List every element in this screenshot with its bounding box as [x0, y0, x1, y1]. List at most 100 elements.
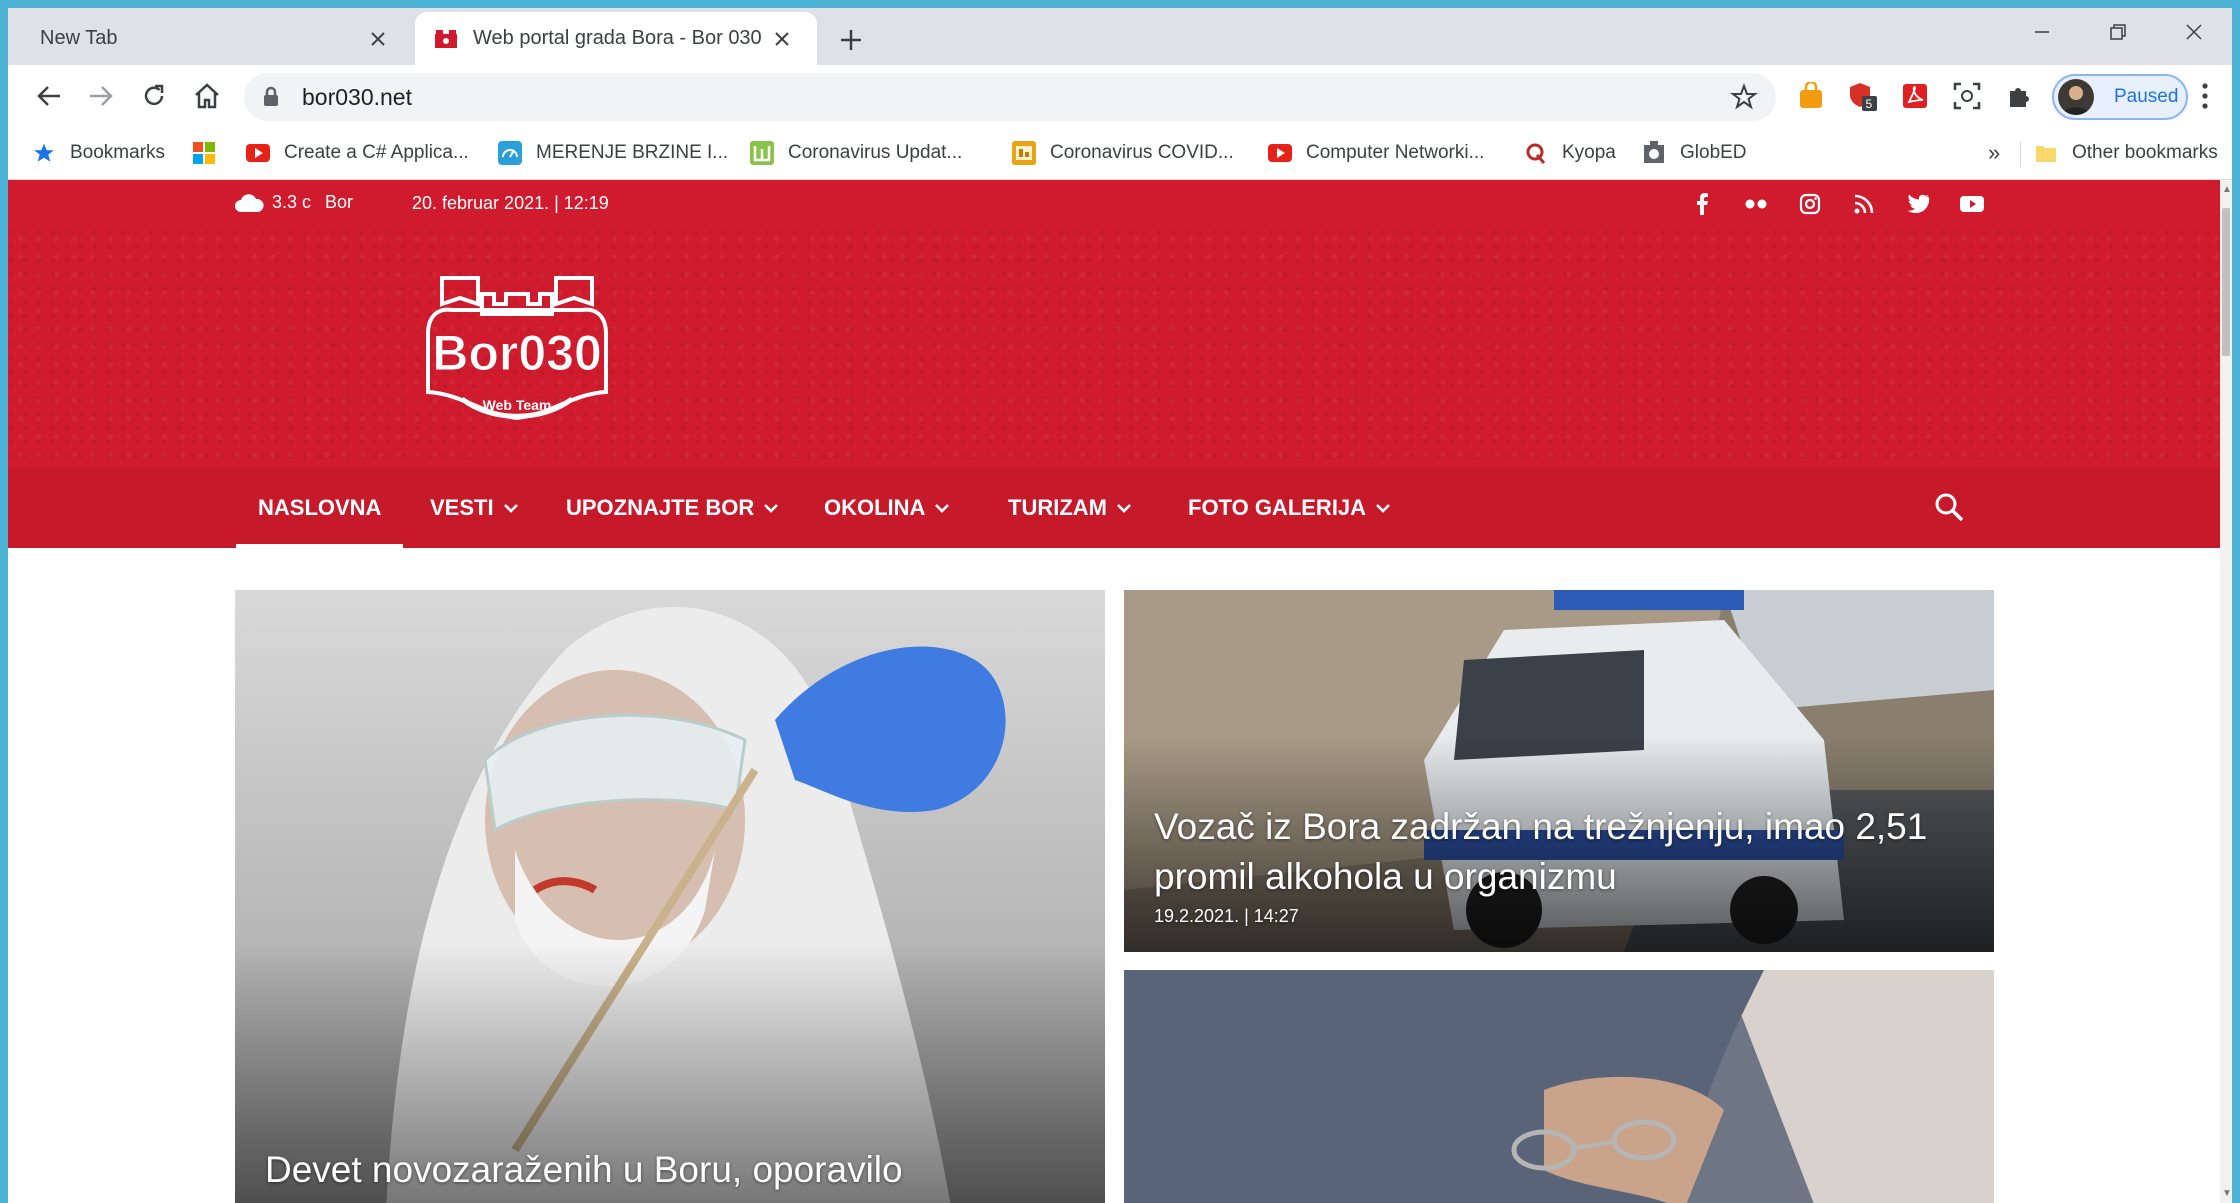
bookmark-item[interactable]: Bookmarks — [32, 138, 165, 168]
tab-title: Web portal grada Bora - Bor 030 — [473, 27, 762, 49]
bookmark-item[interactable]: Computer Networki... — [1268, 138, 1484, 168]
nav-okolina[interactable]: OKOLINA — [824, 468, 950, 548]
scroll-down-icon[interactable]: ▼ — [2222, 1188, 2232, 1199]
article-card-featured[interactable]: Devet novozaraženih u Boru, oporavilo — [235, 590, 1105, 1203]
bookmark-item[interactable]: GlobED — [1642, 138, 1747, 168]
bookmark-label: MERENJE BRZINE I... — [536, 142, 729, 163]
logo-subtext: Web Team — [483, 397, 552, 413]
extension-badge: 5 — [1866, 97, 1873, 111]
site-date: 20. februar 2021. | 12:19 — [412, 193, 609, 213]
close-icon[interactable] — [365, 26, 391, 52]
social-links — [1688, 190, 2012, 218]
scrollbar-thumb[interactable] — [2222, 208, 2230, 356]
speedtest-icon — [498, 141, 522, 165]
extensions-puzzle-icon[interactable] — [2002, 79, 2036, 113]
bookmark-item[interactable]: Coronavirus Updat... — [750, 138, 962, 168]
folder-icon — [2034, 141, 2058, 165]
bookmark-item[interactable]: MERENJE BRZINE I... — [498, 138, 728, 168]
article-image-lab-worker — [235, 590, 1105, 1203]
back-icon[interactable] — [32, 79, 66, 113]
shopping-extension-icon[interactable] — [1794, 79, 1828, 113]
window-controls — [2004, 8, 2232, 58]
bookmark-item[interactable]: Coronavirus COVID... — [1012, 138, 1234, 168]
cloud-icon — [235, 193, 264, 212]
nav-naslovna[interactable]: NASLOVNA — [235, 468, 404, 548]
home-icon[interactable] — [190, 79, 224, 113]
more-bookmarks-chevron-icon[interactable]: » — [1988, 138, 2000, 168]
article-title[interactable]: Devet novozaraženih u Boru, oporavilo — [265, 1145, 903, 1195]
lock-icon[interactable] — [262, 86, 280, 108]
tab-new-tab[interactable]: New Tab — [8, 12, 413, 65]
youtube-social-icon[interactable] — [1958, 190, 1986, 218]
nav-label: OKOLINA — [824, 495, 926, 520]
bookmark-star-icon[interactable] — [1730, 83, 1758, 111]
nav-label: FOTO GALERIJA — [1188, 495, 1367, 520]
tab-bor030[interactable]: Web portal grada Bora - Bor 030 — [415, 12, 817, 65]
close-window-icon[interactable] — [2156, 8, 2232, 56]
minimize-icon[interactable] — [2004, 8, 2080, 56]
windows-icon — [192, 141, 216, 165]
instagram-icon[interactable] — [1796, 190, 1824, 218]
search-icon[interactable] — [1934, 492, 1964, 527]
adblock-extension-icon[interactable]: 5 — [1846, 79, 1880, 113]
facebook-icon[interactable] — [1688, 190, 1716, 218]
main-nav: NASLOVNA VESTI UPOZNAJTE BOR OKOLINA TUR… — [8, 468, 2220, 548]
nav-label: VESTI — [430, 495, 494, 520]
restore-icon[interactable] — [2080, 8, 2156, 56]
twitter-icon[interactable] — [1904, 190, 1932, 218]
reload-icon[interactable] — [137, 79, 171, 113]
bookmark-divider — [2020, 141, 2021, 167]
chevron-down-icon — [935, 500, 950, 516]
browser-toolbar: bor030.net 5 Paused — [8, 65, 2232, 129]
youtube-icon — [1268, 141, 1292, 165]
forward-icon[interactable] — [84, 79, 118, 113]
bookmark-label: Bookmarks — [70, 142, 166, 163]
close-icon[interactable] — [769, 26, 795, 52]
scroll-up-icon[interactable]: ▲ — [2222, 184, 2232, 195]
url-text[interactable]: bor030.net — [302, 84, 412, 111]
weather-temp: 3.3 c — [272, 192, 312, 212]
article-card[interactable] — [1124, 970, 1994, 1203]
tab-strip: New Tab Web portal grada Bora - Bor 030 — [8, 8, 2232, 65]
article-card[interactable]: Vozač iz Bora zadržan na trežnjenju, ima… — [1124, 590, 1994, 952]
quora-icon — [1524, 141, 1548, 165]
worldometer-icon — [750, 141, 774, 165]
nav-vesti[interactable]: VESTI — [430, 468, 518, 548]
article-title[interactable]: Vozač iz Bora zadržan na trežnjenju, ima… — [1154, 802, 1954, 902]
article-caption: Vozač iz Bora zadržan na trežnjenju, ima… — [1154, 802, 1954, 927]
chevron-down-icon — [503, 500, 518, 516]
profile-status: Paused — [2114, 86, 2179, 107]
new-tab-button[interactable] — [834, 23, 868, 57]
nav-turizam[interactable]: TURIZAM — [1008, 468, 1131, 548]
page-scrollbar[interactable]: ▲ ▼ — [2220, 180, 2232, 1203]
bookmark-item[interactable]: Kyopa — [1524, 138, 1616, 168]
logo-text: Bor030 — [432, 325, 602, 381]
pdf-extension-icon[interactable] — [1898, 79, 1932, 113]
bookmark-label: Other bookmarks — [2072, 142, 2218, 163]
nav-upoznajte-bor[interactable]: UPOZNAJTE BOR — [566, 468, 779, 548]
site-topbar: 3.3 c Bor 20. februar 2021. | 12:19 — [8, 180, 2220, 228]
profile-button[interactable]: Paused — [2052, 74, 2188, 120]
browser-window: New Tab Web portal grada Bora - Bor 030 — [8, 8, 2232, 1203]
tab-title: New Tab — [40, 27, 118, 49]
bookmark-label: Coronavirus Updat... — [788, 142, 963, 163]
site-favicon-icon — [435, 29, 457, 48]
flickr-icon[interactable] — [1742, 190, 1770, 218]
bookmark-label: Computer Networki... — [1306, 142, 1485, 163]
kebab-menu-icon[interactable] — [2200, 79, 2210, 118]
chevron-down-icon — [764, 500, 779, 516]
bookmark-item[interactable] — [192, 138, 230, 168]
rss-icon[interactable] — [1850, 190, 1878, 218]
other-bookmarks[interactable]: Other bookmarks — [2034, 138, 2218, 168]
nav-foto-galerija[interactable]: FOTO GALERIJA — [1188, 468, 1390, 548]
bookmark-item[interactable]: Create a C# Applica... — [246, 138, 469, 168]
screenshot-extension-icon[interactable] — [1950, 79, 1984, 113]
globed-icon — [1642, 141, 1666, 165]
weather-widget: 3.3 c Bor — [234, 192, 353, 213]
dashboard-icon — [1012, 141, 1036, 165]
nav-label: TURIZAM — [1008, 495, 1107, 520]
address-bar[interactable]: bor030.net — [244, 73, 1776, 121]
page-viewport: 3.3 c Bor 20. februar 2021. | 12:19 Bor0 — [8, 180, 2220, 1203]
bookmark-label: Create a C# Applica... — [284, 142, 469, 163]
bor030-logo[interactable]: Bor030 Web Team — [422, 274, 612, 424]
